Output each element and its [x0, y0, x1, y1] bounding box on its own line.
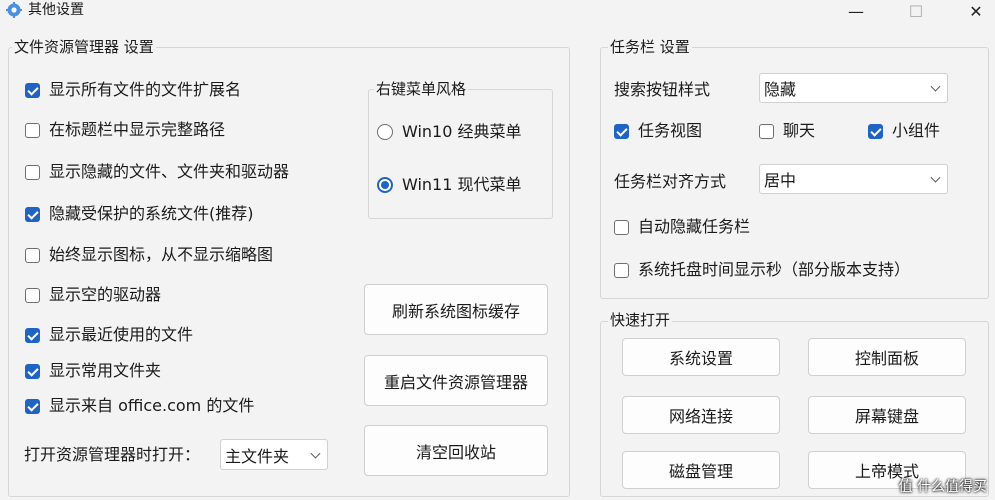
- checkbox-box[interactable]: [25, 247, 40, 263]
- explorer-option-label: 在标题栏中显示完整路径: [49, 120, 226, 139]
- checkbox-box[interactable]: [25, 363, 40, 379]
- widgets-label: 小组件: [892, 121, 941, 140]
- gear-icon: [6, 2, 22, 18]
- radio-button[interactable]: [377, 177, 393, 193]
- close-button[interactable]: ✕: [953, 0, 995, 22]
- checkbox-box[interactable]: [614, 219, 629, 235]
- checkbox-box[interactable]: [25, 206, 40, 222]
- taskbar-align-label: 任务栏对齐方式: [614, 172, 727, 191]
- control-panel-button[interactable]: 控制面板: [808, 338, 966, 376]
- explorer-option-label: 显示最近使用的文件: [49, 325, 194, 344]
- explorer-option-label: 显示所有文件的文件扩展名: [49, 80, 242, 99]
- search-style-value: 隐藏: [764, 80, 797, 99]
- explorer-option-label: 显示来自 office.com 的文件: [49, 396, 255, 415]
- refresh-icon-cache-button[interactable]: 刷新系统图标缓存: [364, 284, 548, 335]
- context-menu-label: 右键菜单风格: [374, 79, 469, 99]
- taskbar-align-value: 居中: [764, 171, 797, 190]
- chevron-down-icon: [930, 81, 941, 92]
- restart-explorer-button[interactable]: 重启文件资源管理器: [364, 355, 548, 406]
- explorer-option-label: 始终显示图标，从不显示缩略图: [49, 245, 274, 264]
- task-view-label: 任务视图: [638, 121, 703, 140]
- explorer-option-checkbox[interactable]: 显示空的驱动器: [25, 285, 161, 305]
- checkbox-box[interactable]: [25, 287, 40, 303]
- minimize-button[interactable]: —: [833, 0, 879, 22]
- radio-win11-label: Win11 现代菜单: [402, 175, 522, 194]
- explorer-option-checkbox[interactable]: 显示来自 office.com 的文件: [25, 396, 254, 416]
- maximize-button[interactable]: ☐: [893, 0, 939, 22]
- explorer-option-label: 显示常用文件夹: [49, 361, 162, 380]
- checkbox-box[interactable]: [25, 82, 40, 98]
- explorer-option-checkbox[interactable]: 显示最近使用的文件: [25, 325, 193, 345]
- checkbox-widgets[interactable]: 小组件: [868, 121, 940, 141]
- explorer-option-checkbox[interactable]: 显示所有文件的文件扩展名: [25, 80, 241, 100]
- checkbox-box[interactable]: [25, 164, 40, 180]
- explorer-option-checkbox[interactable]: 隐藏受保护的系统文件(推荐): [25, 204, 254, 224]
- checkbox-show-seconds[interactable]: 系统托盘时间显示秒（部分版本支持）: [614, 260, 910, 280]
- explorer-option-label: 显示空的驱动器: [49, 285, 162, 304]
- radio-button[interactable]: [377, 124, 393, 140]
- explorer-option-checkbox[interactable]: 始终显示图标，从不显示缩略图: [25, 245, 273, 265]
- search-style-select[interactable]: 隐藏: [759, 73, 948, 103]
- checkbox-box[interactable]: [614, 262, 629, 278]
- search-style-label: 搜索按钮样式: [614, 80, 711, 99]
- taskbar-group-label: 任务栏 设置: [608, 37, 692, 57]
- chevron-down-icon: [310, 448, 321, 459]
- show-seconds-label: 系统托盘时间显示秒（部分版本支持）: [638, 260, 911, 279]
- radio-win10[interactable]: Win10 经典菜单: [377, 122, 522, 142]
- taskbar-align-select[interactable]: 居中: [759, 164, 948, 194]
- explorer-option-checkbox[interactable]: 显示常用文件夹: [25, 361, 161, 381]
- disk-management-button[interactable]: 磁盘管理: [622, 451, 780, 489]
- onscreen-keyboard-button[interactable]: 屏幕键盘: [808, 396, 966, 434]
- chat-label: 聊天: [783, 121, 816, 140]
- window-title: 其他设置: [28, 2, 84, 18]
- explorer-option-label: 显示隐藏的文件、文件夹和驱动器: [49, 162, 290, 181]
- context-menu-group: [368, 89, 553, 219]
- checkbox-box[interactable]: [25, 327, 40, 343]
- explorer-group-label: 文件资源管理器 设置: [12, 37, 156, 57]
- checkbox-box[interactable]: [868, 123, 883, 139]
- watermark: 值 什么值得买: [898, 479, 987, 495]
- radio-win10-label: Win10 经典菜单: [402, 122, 522, 141]
- checkbox-box[interactable]: [25, 122, 40, 138]
- checkbox-box[interactable]: [614, 123, 629, 139]
- network-connections-button[interactable]: 网络连接: [622, 396, 780, 434]
- chevron-down-icon: [930, 172, 941, 183]
- title-bar: 其他设置 — ☐ ✕: [0, 0, 995, 22]
- empty-recycle-bin-button[interactable]: 清空回收站: [364, 425, 548, 476]
- quick-open-label: 快速打开: [608, 310, 673, 330]
- explorer-option-checkbox[interactable]: 在标题栏中显示完整路径: [25, 120, 225, 140]
- checkbox-box[interactable]: [25, 398, 40, 414]
- autohide-label: 自动隐藏任务栏: [638, 217, 751, 236]
- checkbox-box[interactable]: [759, 123, 774, 139]
- checkbox-task-view[interactable]: 任务视图: [614, 121, 702, 141]
- explorer-option-label: 隐藏受保护的系统文件(推荐): [49, 204, 254, 223]
- checkbox-autohide-taskbar[interactable]: 自动隐藏任务栏: [614, 217, 750, 237]
- open-folder-label: 打开资源管理器时打开：: [24, 445, 201, 464]
- open-folder-value: 主文件夹: [225, 446, 290, 466]
- open-folder-select[interactable]: 主文件夹: [220, 439, 328, 470]
- checkbox-chat[interactable]: 聊天: [759, 121, 815, 141]
- explorer-option-checkbox[interactable]: 显示隐藏的文件、文件夹和驱动器: [25, 162, 289, 182]
- system-settings-button[interactable]: 系统设置: [622, 338, 780, 376]
- radio-win11[interactable]: Win11 现代菜单: [377, 175, 522, 195]
